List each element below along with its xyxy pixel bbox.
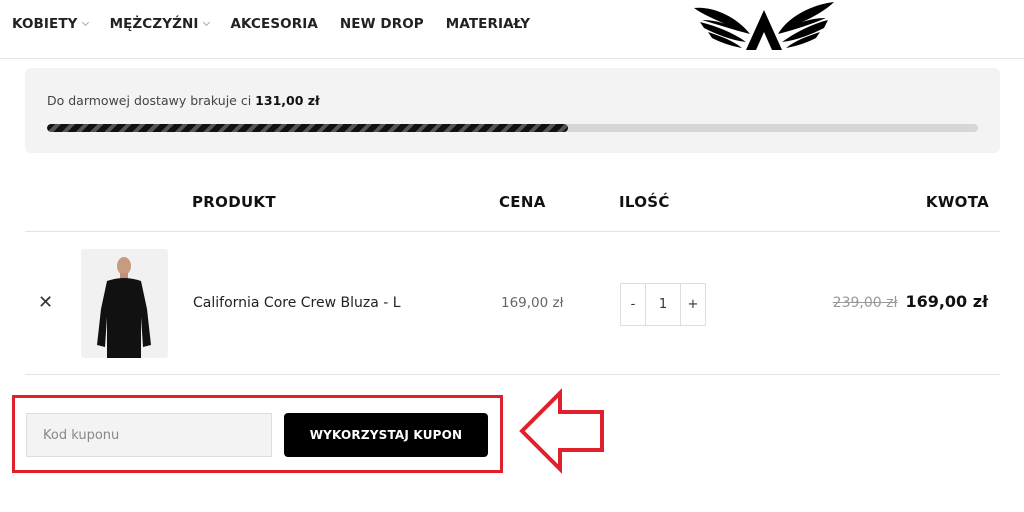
sale-price: 169,00 zł [905,292,988,311]
column-header-product: PRODUKT [192,193,276,211]
product-thumbnail[interactable] [81,249,168,358]
nav-item-new-drop[interactable]: NEW DROP [340,16,424,32]
column-header-amount: KWOTA [925,193,989,211]
nav-item-kobiety[interactable]: KOBIETY [12,16,89,32]
coupon-code-input[interactable] [26,413,272,457]
nav-item-label: MĘŻCZYŹNI [109,16,199,32]
arrow-left-icon [519,388,604,474]
nav-item-akcesoria[interactable]: AKCESORIA [231,16,318,32]
original-price: 239,00 zł [832,295,898,311]
nav-item-label: KOBIETY [12,16,78,32]
quantity-stepper: - 1 + [620,283,706,326]
progress-fill [47,124,569,132]
chevron-down-icon [81,18,89,26]
divider [25,374,1000,375]
quantity-increase-button[interactable]: + [681,284,705,325]
remove-item-button[interactable]: ✕ [38,294,53,312]
quantity-input[interactable]: 1 [645,284,681,325]
divider [25,231,1000,232]
line-total: 239,00 zł 169,00 zł [833,292,988,311]
main-nav: KOBIETY MĘŻCZYŹNI AKCESORIA NEW DROP MAT… [12,16,530,32]
free-shipping-text: Do darmowej dostawy brakuje ci 131,00 zł [47,93,320,108]
free-shipping-progress-bar [47,124,978,132]
chevron-down-icon [202,18,210,26]
product-image [81,249,168,358]
nav-item-label: NEW DROP [339,16,424,32]
free-shipping-panel: Do darmowej dostawy brakuje ci 131,00 zł [25,68,1000,153]
nav-item-materialy[interactable]: MATERIAŁY [446,16,530,32]
nav-item-mezczyzni[interactable]: MĘŻCZYŹNI [109,16,210,32]
brand-logo[interactable] [690,0,838,54]
quantity-decrease-button[interactable]: - [621,284,645,325]
close-icon: ✕ [38,292,54,313]
nav-item-label: AKCESORIA [230,16,318,32]
column-header-quantity: ILOŚĆ [619,193,670,211]
site-header: KOBIETY MĘŻCZYŹNI AKCESORIA NEW DROP MAT… [0,0,1024,59]
nav-item-label: MATERIAŁY [445,16,531,32]
product-price: 169,00 zł [501,295,564,311]
free-shipping-amount: 131,00 zł [255,93,320,108]
apply-coupon-button[interactable]: WYKORZYSTAJ KUPON [284,413,488,457]
product-name-link[interactable]: California Core Crew Bluza - L [193,295,401,311]
column-header-price: CENA [499,193,546,211]
